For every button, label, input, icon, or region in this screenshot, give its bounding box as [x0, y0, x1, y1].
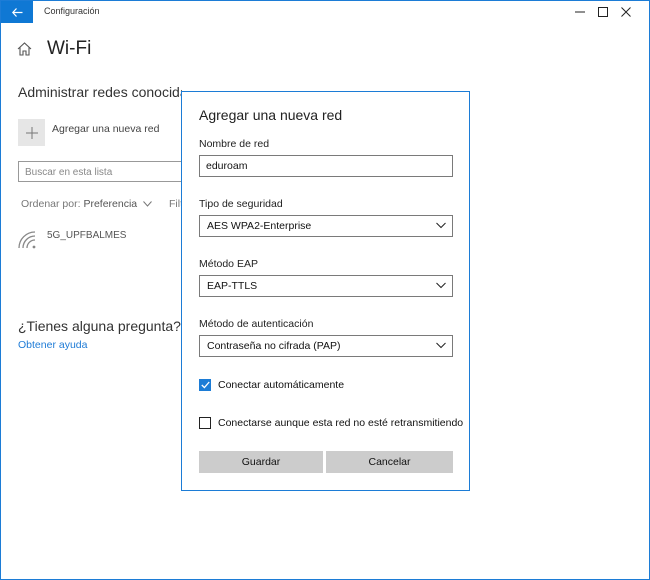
- network-list-item[interactable]: 5G_UPFBALMES: [47, 230, 126, 241]
- eap-method-value: EAP-TTLS: [207, 280, 258, 292]
- sort-label: Ordenar por:: [21, 198, 81, 210]
- settings-window: Configuración Wi-Fi Administrar redes co…: [0, 0, 650, 580]
- chevron-down-icon: [436, 282, 446, 289]
- auth-method-value: Contraseña no cifrada (PAP): [207, 340, 341, 352]
- save-button[interactable]: Guardar: [199, 451, 323, 473]
- auto-connect-option[interactable]: Conectar automáticamente: [199, 379, 344, 391]
- section-title: Administrar redes conocidas: [18, 84, 182, 100]
- cancel-button[interactable]: Cancelar: [326, 451, 453, 473]
- chevron-down-icon: [436, 342, 446, 349]
- hidden-network-label: Conectarse aunque esta red no esté retra…: [218, 417, 464, 429]
- add-network-dialog: Agregar una nueva red Nombre de red Tipo…: [181, 91, 470, 491]
- add-network-label[interactable]: Agregar una nueva red: [52, 123, 159, 135]
- eap-method-select[interactable]: EAP-TTLS: [199, 275, 453, 297]
- chevron-down-icon: [436, 222, 446, 229]
- network-name-field[interactable]: [199, 155, 453, 177]
- network-name-input[interactable]: [200, 156, 452, 176]
- sort-value[interactable]: Preferencia: [83, 198, 137, 210]
- page-title: Wi-Fi: [47, 38, 92, 59]
- checkmark-icon: [200, 381, 210, 389]
- auth-method-select[interactable]: Contraseña no cifrada (PAP): [199, 335, 453, 357]
- security-type-select[interactable]: AES WPA2-Enterprise: [199, 215, 453, 237]
- search-box[interactable]: [18, 161, 182, 182]
- security-type-label: Tipo de seguridad: [199, 198, 283, 210]
- network-name-label: Nombre de red: [199, 138, 270, 150]
- sort-control[interactable]: Ordenar por: Preferencia: [21, 198, 152, 210]
- chevron-down-icon: [143, 201, 152, 207]
- hidden-network-checkbox[interactable]: [199, 417, 211, 429]
- auto-connect-label: Conectar automáticamente: [218, 379, 345, 391]
- auto-connect-checkbox[interactable]: [199, 379, 211, 391]
- hidden-network-option[interactable]: Conectarse aunque esta red no esté retra…: [199, 417, 463, 429]
- search-input[interactable]: [19, 164, 181, 181]
- help-question: ¿Tienes alguna pregunta?: [18, 318, 181, 334]
- security-type-value: AES WPA2-Enterprise: [207, 220, 312, 232]
- dialog-title: Agregar una nueva red: [199, 107, 343, 123]
- get-help-link[interactable]: Obtener ayuda: [18, 339, 87, 351]
- eap-method-label: Método EAP: [199, 258, 258, 270]
- plus-icon: [25, 126, 38, 139]
- wifi-icon: [18, 231, 36, 249]
- auth-method-label: Método de autenticación: [199, 318, 314, 330]
- home-icon[interactable]: [17, 42, 32, 56]
- add-network-button[interactable]: [18, 119, 45, 146]
